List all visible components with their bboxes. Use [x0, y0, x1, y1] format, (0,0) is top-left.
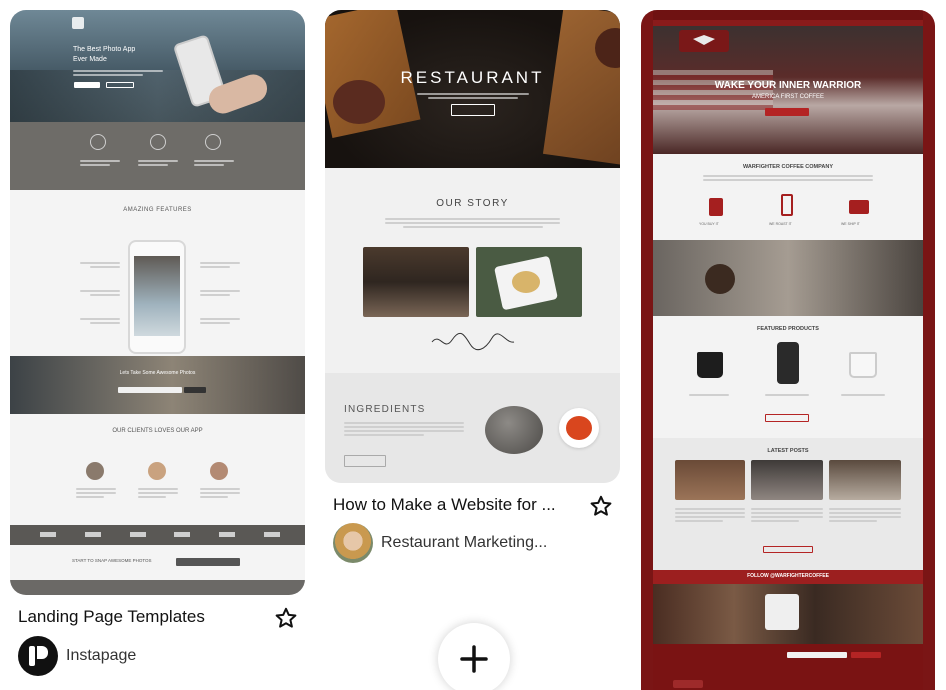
hero-button-1 [74, 82, 100, 88]
you-buy-label: YOU BUY IT [699, 222, 719, 226]
shop-more-button [765, 414, 809, 422]
pin-author[interactable]: Instapage [66, 647, 136, 665]
photo-band [10, 356, 305, 414]
restaurant-marketing-avatar[interactable] [333, 523, 373, 563]
cta-text: START TO SNAP AWESOME PHOTOS [72, 558, 152, 563]
newsletter-input [787, 652, 847, 658]
mortar-image [485, 406, 543, 454]
band-input [118, 387, 182, 393]
footer-logo [673, 680, 703, 688]
pin-landing-page-templates[interactable]: The Best Photo App Ever Made AMAZING FEA… [10, 10, 305, 595]
client-avatar-3 [210, 462, 228, 480]
post-photo-2 [751, 460, 823, 500]
we-roast-label: WE ROAST IT [769, 222, 792, 226]
coffee-can [765, 594, 799, 630]
star-outline-icon[interactable] [274, 606, 298, 630]
band-title: Lets Take Some Awesome Photos [119, 370, 196, 376]
phone-mockup [128, 240, 186, 354]
client-avatar-1 [86, 462, 104, 480]
restaurant-title: RESTAURANT [400, 68, 545, 87]
newsletter-button [851, 652, 881, 658]
features-title: AMAZING FEATURES [123, 207, 192, 213]
roaster-icon [781, 194, 793, 216]
products-title: FEATURED PRODUCTS [757, 326, 819, 332]
ingredients-button [344, 455, 386, 467]
story-title: OUR STORY [436, 198, 509, 209]
pin-title[interactable]: How to Make a Website for ... [333, 495, 556, 515]
coffee-beans-hands [705, 264, 735, 294]
kitchen-photo [363, 247, 469, 317]
clients-title: OUR CLIENTS LOVES OUR APP [112, 428, 203, 434]
post-photo-3 [829, 460, 901, 500]
product-mug-white [849, 352, 877, 378]
logo-icon [72, 17, 84, 29]
product-tumbler [777, 342, 799, 384]
signature [431, 332, 515, 351]
client-avatar-2 [148, 462, 166, 480]
plate-photo [476, 247, 582, 317]
hero-title: WAKE YOUR INNER WARRIOR [714, 80, 862, 91]
hero-shop-button [765, 108, 809, 116]
feature-icon-3 [205, 134, 221, 150]
ingredients-title: INGREDIENTS [344, 404, 426, 415]
feature-icon-2 [150, 134, 166, 150]
hero-subtitle: AMERICA FIRST COFFEE [752, 94, 824, 100]
posts-title: LATEST POSTS [767, 448, 809, 454]
feature-icon-1 [90, 134, 106, 150]
coffee-bag-icon [709, 198, 723, 216]
sauce-bowl-image [559, 408, 599, 448]
star-outline-icon[interactable] [589, 494, 613, 518]
instapage-avatar[interactable] [18, 636, 58, 676]
pin-restaurant-website[interactable]: RESTAURANT OUR STORY INGREDIENTS [325, 10, 620, 483]
hero-title-line2: Ever Made [73, 56, 107, 63]
footer-bar [10, 580, 305, 595]
follow-label: FOLLOW @WARFIGHTERCOFFEE [747, 573, 829, 579]
company-title: WARFIGHTER COFFEE COMPANY [742, 164, 834, 170]
pin-author[interactable]: Restaurant Marketing... [381, 534, 547, 552]
hero-title-line1: The Best Photo App [73, 46, 136, 53]
truck-icon [849, 200, 869, 214]
pin-title[interactable]: Landing Page Templates [18, 607, 205, 627]
coffee-hands-photo [653, 240, 923, 316]
post-photo-1 [675, 460, 745, 500]
hero-photo-app [10, 10, 305, 122]
we-ship-label: WE SHIP IT [841, 222, 860, 226]
plus-icon [460, 645, 488, 673]
product-mug-black [697, 352, 723, 378]
hero-book-button [451, 104, 495, 116]
pin-warfighter-coffee[interactable]: WAKE YOUR INNER WARRIOR AMERICA FIRST CO… [641, 10, 935, 690]
view-all-posts-button [763, 546, 813, 553]
icon-strip [10, 122, 305, 190]
warfighter-logo [679, 30, 729, 52]
cta-button [176, 558, 240, 566]
create-button[interactable] [438, 623, 510, 690]
hero-button-2 [106, 82, 134, 88]
band-button [184, 387, 206, 393]
